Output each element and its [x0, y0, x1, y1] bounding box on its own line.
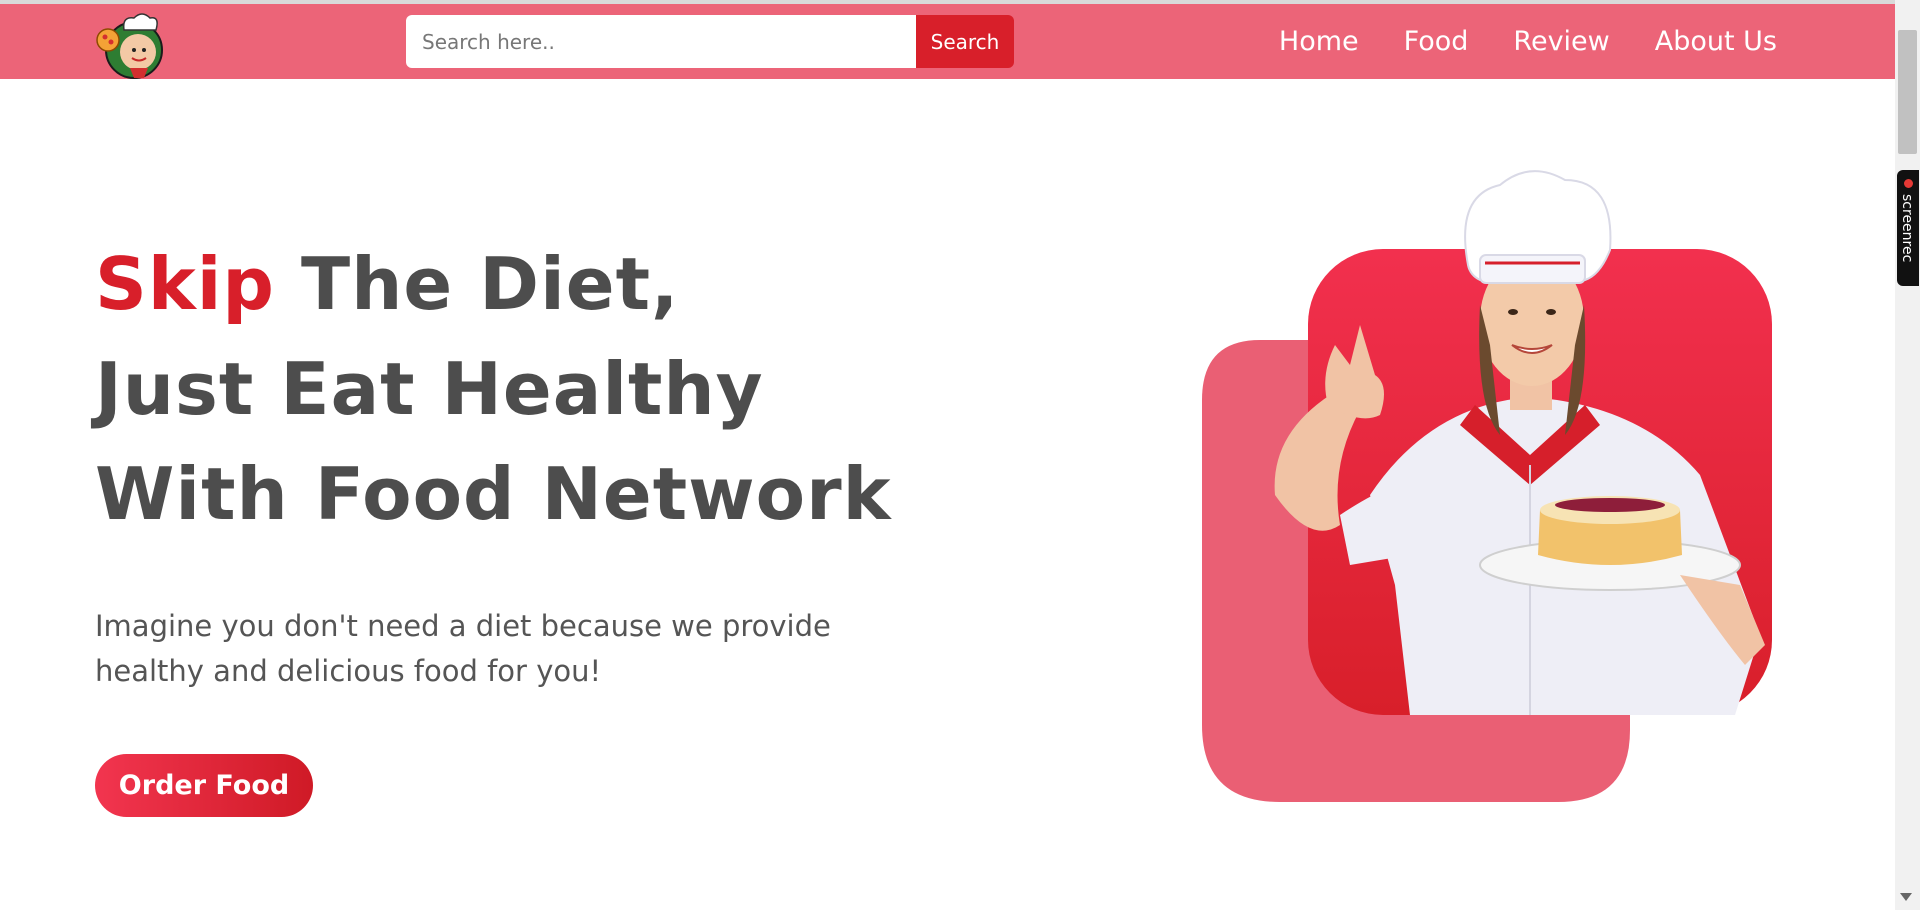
- hero-title-accent: Skip: [95, 242, 275, 326]
- screenrec-label: screenrec: [1899, 194, 1915, 263]
- chef-logo[interactable]: [94, 10, 172, 80]
- hero-title: Skip The Diet, Just Eat Healthy With Food …: [95, 232, 975, 547]
- hero-title-line1-rest: The Diet,: [274, 242, 680, 326]
- nav-link-about-us[interactable]: About Us: [1655, 26, 1777, 57]
- search-button[interactable]: Search: [916, 15, 1014, 68]
- nav-link-home[interactable]: Home: [1279, 26, 1359, 57]
- scrollbar-thumb[interactable]: [1898, 30, 1917, 154]
- order-food-button[interactable]: Order Food: [95, 754, 313, 817]
- scroll-down-arrow-icon[interactable]: [1900, 893, 1912, 901]
- record-dot-icon: [1904, 179, 1913, 188]
- navbar: Search Home Food Review About Us: [0, 4, 1895, 79]
- hero-chef-image: [1200, 165, 1772, 805]
- nav-link-review[interactable]: Review: [1513, 26, 1609, 57]
- main-nav: Home Food Review About Us: [1279, 26, 1777, 57]
- search-input[interactable]: [406, 15, 916, 68]
- hero-description: Imagine you don't need a diet because we…: [95, 609, 831, 688]
- hero-title-line3: With Food Network: [95, 452, 892, 536]
- search-bar: Search: [406, 15, 1014, 68]
- screenrec-tab[interactable]: screenrec: [1897, 170, 1919, 286]
- nav-link-food[interactable]: Food: [1404, 26, 1469, 57]
- hero-title-line2: Just Eat Healthy: [95, 347, 764, 431]
